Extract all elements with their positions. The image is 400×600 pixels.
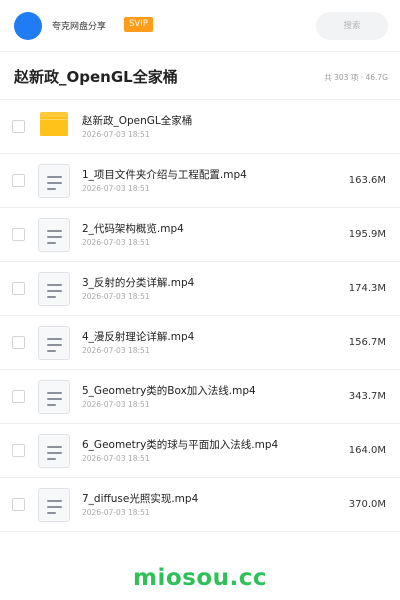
file-row[interactable]: 7_diffuse光照实现.mp4 2026-07-03 18:51 370.0M (0, 478, 400, 532)
row-checkbox[interactable] (12, 390, 25, 403)
search-input[interactable]: 搜索 (316, 12, 388, 40)
file-date: 2026-07-03 18:51 (82, 238, 150, 247)
file-row[interactable]: 2_代码架构概览.mp4 2026-07-03 18:51 195.9M (0, 208, 400, 262)
file-date: 2026-07-03 18:51 (82, 508, 150, 517)
watermark-logo: miosou.cc (132, 565, 268, 591)
file-row[interactable]: 5_Geometry类的Box加入法线.mp4 2026-07-03 18:51 3… (0, 370, 400, 424)
row-checkbox[interactable] (12, 282, 25, 295)
svip-badge: SVIP (124, 17, 153, 32)
file-icon (38, 164, 70, 198)
file-name[interactable]: 6_Geometry类的球与平面加入法线.mp4 (82, 437, 278, 452)
file-row[interactable]: 赵新政_OpenGL全家桶 2026-07-03 18:51 (0, 100, 400, 154)
avatar[interactable] (14, 12, 42, 40)
row-checkbox[interactable] (12, 444, 25, 457)
file-date: 2026-07-03 18:51 (82, 454, 150, 463)
file-icon (38, 272, 70, 306)
file-row[interactable]: 1_项目文件夹介绍与工程配置.mp4 2026-07-03 18:51 163.6M (0, 154, 400, 208)
folder-title-bar: 赵新政_OpenGL全家桶 共 303 项 · 46.7G (0, 52, 400, 100)
row-checkbox[interactable] (12, 174, 25, 187)
file-icon (38, 326, 70, 360)
file-date: 2026-07-03 18:51 (82, 346, 150, 355)
row-checkbox[interactable] (12, 498, 25, 511)
user-name[interactable]: 夸克网盘分享 (52, 19, 106, 32)
file-size: 163.6M (348, 175, 386, 186)
file-date: 2026-07-03 18:51 (82, 292, 150, 301)
file-row[interactable]: 6_Geometry类的球与平面加入法线.mp4 2026-07-03 18:51… (0, 424, 400, 478)
file-icon (38, 380, 70, 414)
file-size: 195.9M (348, 229, 386, 240)
file-name[interactable]: 7_diffuse光照实现.mp4 (82, 491, 198, 506)
file-icon (38, 218, 70, 252)
file-name[interactable]: 2_代码架构概览.mp4 (82, 221, 184, 236)
file-size: 370.0M (348, 499, 386, 510)
file-size: 343.7M (348, 391, 386, 402)
file-name[interactable]: 4_漫反射理论详解.mp4 (82, 329, 194, 344)
file-name[interactable]: 3_反射的分类详解.mp4 (82, 275, 194, 290)
file-size: 156.7M (348, 337, 386, 348)
row-checkbox[interactable] (12, 336, 25, 349)
file-size: 174.3M (348, 283, 386, 294)
file-size: 164.0M (348, 445, 386, 456)
file-date: 2026-07-03 18:51 (82, 400, 150, 409)
file-name[interactable]: 赵新政_OpenGL全家桶 (82, 113, 192, 128)
file-name[interactable]: 1_项目文件夹介绍与工程配置.mp4 (82, 167, 247, 182)
file-date: 2026-07-03 18:51 (82, 184, 150, 193)
row-checkbox[interactable] (12, 120, 25, 133)
file-date: 2026-07-03 18:51 (82, 130, 150, 139)
file-row[interactable]: 4_漫反射理论详解.mp4 2026-07-03 18:51 156.7M (0, 316, 400, 370)
file-icon (38, 488, 70, 522)
file-icon (38, 434, 70, 468)
page-title: 赵新政_OpenGL全家桶 (14, 68, 178, 86)
app-header: 夸克网盘分享 SVIP 搜索 (0, 0, 400, 52)
folder-icon (38, 110, 70, 144)
file-list: 赵新政_OpenGL全家桶 2026-07-03 18:51 1_项目文件夹介绍与工… (0, 100, 400, 532)
folder-summary: 共 303 项 · 46.7G (324, 73, 388, 82)
file-name[interactable]: 5_Geometry类的Box加入法线.mp4 (82, 383, 256, 398)
file-row[interactable]: 3_反射的分类详解.mp4 2026-07-03 18:51 174.3M (0, 262, 400, 316)
row-checkbox[interactable] (12, 228, 25, 241)
